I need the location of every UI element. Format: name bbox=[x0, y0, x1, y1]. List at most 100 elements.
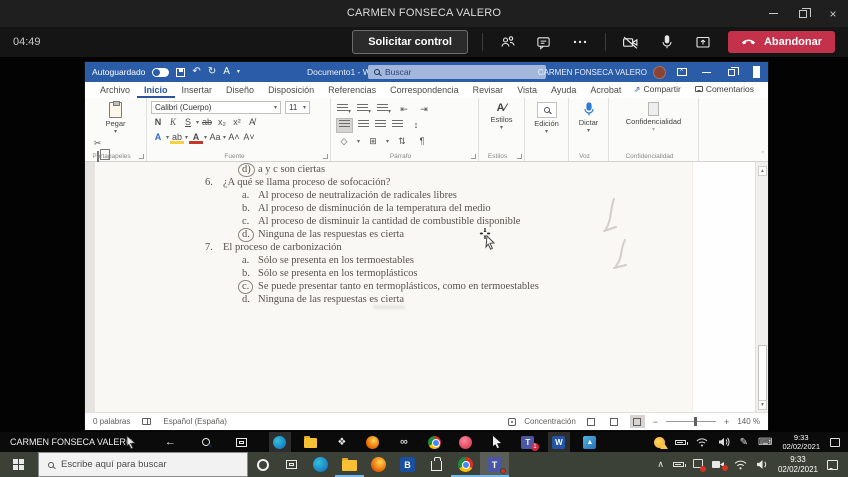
local-clock[interactable]: 9:33 02/02/2021 bbox=[778, 455, 818, 475]
taskbar-teams-icon[interactable]: T 1 bbox=[517, 432, 539, 452]
ribbon-display-options-icon[interactable]: ^ bbox=[672, 62, 691, 82]
redo-icon[interactable]: ↻ bbox=[208, 67, 216, 77]
local-battery-icon[interactable] bbox=[673, 462, 684, 467]
justify-button[interactable] bbox=[392, 120, 403, 131]
back-button[interactable]: ← bbox=[165, 436, 176, 448]
ribbon-tab[interactable]: Referencias bbox=[321, 83, 383, 98]
user-avatar[interactable] bbox=[653, 66, 666, 79]
taskbar-dropbox-icon[interactable]: ❖ bbox=[331, 432, 353, 452]
taskbar-search-input[interactable] bbox=[61, 459, 238, 470]
ribbon-tab[interactable]: Acrobat bbox=[583, 83, 628, 98]
action-center-icon[interactable] bbox=[827, 460, 838, 470]
font-color-button[interactable]: A bbox=[189, 131, 203, 144]
align-right-button[interactable] bbox=[375, 120, 386, 131]
restore-button[interactable] bbox=[788, 0, 818, 27]
styles-dialog-launcher[interactable] bbox=[517, 154, 522, 159]
paste-button[interactable]: Pegar ▾ bbox=[89, 101, 142, 136]
font-size-select[interactable]: 11▾ bbox=[285, 101, 310, 114]
taskbar-word-icon[interactable]: W bbox=[548, 432, 570, 452]
font-dialog-launcher[interactable] bbox=[323, 154, 328, 159]
start-button[interactable] bbox=[0, 452, 38, 477]
word-close-button[interactable]: × bbox=[747, 62, 766, 82]
customize-toolbar-icon[interactable]: ▾ bbox=[237, 69, 240, 75]
font-name-select[interactable]: Calibri (Cuerpo)▾ bbox=[151, 101, 281, 114]
remote-clock[interactable]: 9:33 02/02/2021 bbox=[782, 433, 820, 452]
participants-icon[interactable] bbox=[497, 31, 519, 53]
taskbar-search-icon[interactable] bbox=[202, 438, 210, 446]
share-button[interactable]: ⇗ Compartir bbox=[628, 82, 687, 96]
ribbon-tab[interactable]: Correspondencia bbox=[383, 83, 466, 98]
ribbon-tab[interactable]: Inicio bbox=[137, 83, 175, 98]
search-input[interactable] bbox=[385, 67, 540, 77]
request-control-button[interactable]: Solicitar control bbox=[352, 30, 468, 54]
text-effects-button[interactable]: A bbox=[151, 131, 165, 144]
clipboard-dialog-launcher[interactable] bbox=[139, 154, 144, 159]
italic-button[interactable]: K bbox=[166, 116, 180, 129]
scroll-down-button[interactable]: ▼ bbox=[758, 400, 767, 410]
line-spacing-button[interactable]: ↕ bbox=[409, 119, 423, 132]
chevron-up-icon[interactable]: ∧ bbox=[657, 459, 664, 470]
camera-blocked-icon[interactable] bbox=[712, 460, 725, 469]
taskbar-chrome-icon[interactable] bbox=[424, 432, 446, 452]
local-file-explorer-icon[interactable] bbox=[335, 452, 364, 477]
document-page[interactable]: d) a y c son ciertas 6. ¿A qué se llama … bbox=[95, 162, 755, 412]
zoom-level[interactable]: 140 % bbox=[737, 417, 760, 426]
undo-icon[interactable]: ↶ bbox=[192, 67, 200, 77]
paragraph-dialog-launcher[interactable] bbox=[471, 154, 476, 159]
microsoft-store-icon[interactable] bbox=[422, 452, 451, 477]
taskbar-file-explorer-icon[interactable] bbox=[300, 432, 322, 452]
highlight-dropdown[interactable]: ▾ bbox=[185, 135, 188, 141]
zoom-out-button[interactable]: − bbox=[653, 417, 658, 427]
change-case-dropdown[interactable]: ▾ bbox=[223, 135, 226, 141]
align-left-button[interactable] bbox=[337, 119, 352, 132]
task-view-icon[interactable] bbox=[236, 438, 247, 447]
bold-button[interactable]: N bbox=[151, 116, 165, 129]
save-icon[interactable] bbox=[176, 68, 185, 77]
scrollbar-thumb[interactable] bbox=[758, 345, 767, 402]
autosave-toggle[interactable] bbox=[152, 68, 169, 77]
collapse-ribbon-icon[interactable]: ˆ bbox=[762, 152, 764, 159]
dictate-button[interactable]: Dictar ▾ bbox=[573, 101, 604, 135]
taskbar-red-app-icon[interactable] bbox=[455, 432, 477, 452]
ribbon-tab[interactable]: Archivo bbox=[93, 83, 137, 98]
local-edge-icon[interactable] bbox=[306, 452, 335, 477]
shading-button[interactable]: ◇ bbox=[337, 135, 351, 148]
weather-tray-icon[interactable] bbox=[654, 437, 665, 448]
text-effects-dropdown[interactable]: ▾ bbox=[166, 135, 169, 141]
clear-formatting-button[interactable]: A̸ bbox=[245, 116, 259, 129]
zoom-slider[interactable] bbox=[666, 421, 716, 422]
taskbar-firefox-icon[interactable] bbox=[362, 432, 384, 452]
task-view-icon[interactable] bbox=[277, 452, 306, 477]
align-center-button[interactable] bbox=[358, 120, 369, 131]
zoom-in-button[interactable]: + bbox=[724, 417, 729, 427]
print-layout-button[interactable] bbox=[607, 415, 622, 428]
local-volume-icon[interactable] bbox=[756, 459, 769, 470]
badge-notification-icon[interactable] bbox=[693, 459, 703, 470]
read-mode-button[interactable] bbox=[584, 415, 599, 428]
local-b-app-icon[interactable]: B bbox=[393, 452, 422, 477]
taskbar-search-box[interactable] bbox=[38, 452, 248, 477]
confidentiality-button[interactable]: Confidencialidad ▾ bbox=[613, 101, 694, 134]
cut-icon[interactable]: ✂ bbox=[91, 137, 104, 149]
cortana-icon[interactable] bbox=[248, 452, 277, 477]
local-wifi-icon[interactable] bbox=[734, 459, 747, 470]
taskbar-pointer-icon[interactable] bbox=[486, 432, 508, 452]
taskbar-loop-app-icon[interactable]: ∞ bbox=[393, 432, 415, 452]
battery-icon[interactable] bbox=[675, 440, 686, 445]
comments-button[interactable]: Comentarios bbox=[689, 82, 760, 96]
ribbon-tab[interactable]: Vista bbox=[510, 83, 544, 98]
local-teams-icon[interactable]: T bbox=[480, 452, 509, 477]
close-button[interactable]: × bbox=[818, 0, 848, 27]
chat-icon[interactable] bbox=[533, 31, 555, 53]
taskbar-edge-icon[interactable] bbox=[269, 432, 291, 452]
highlight-button[interactable]: ab bbox=[170, 131, 184, 144]
editing-button[interactable]: Edición ▾ bbox=[529, 101, 564, 136]
quick-access-icon[interactable]: A bbox=[223, 67, 230, 77]
leave-call-button[interactable]: Abandonar bbox=[728, 31, 835, 53]
touch-keyboard-icon[interactable]: ⌨ bbox=[758, 437, 772, 448]
shrink-font-button[interactable]: A˅ bbox=[242, 131, 256, 144]
styles-button[interactable]: A⁄ Estilos ▾ bbox=[483, 101, 520, 132]
word-restore-button[interactable] bbox=[722, 62, 741, 82]
increase-indent-button[interactable]: ⇥ bbox=[417, 103, 431, 116]
zoom-slider-thumb[interactable] bbox=[694, 417, 697, 426]
